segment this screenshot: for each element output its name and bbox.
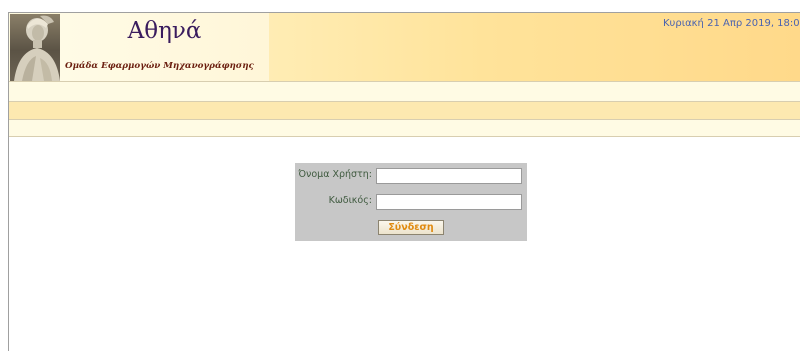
menu-band-middle bbox=[9, 101, 800, 119]
username-label: Όνομα Χρήστη: bbox=[298, 169, 372, 180]
password-input[interactable] bbox=[376, 194, 522, 210]
menu-band-top bbox=[9, 81, 800, 101]
app-subtitle: Ομάδα Εφαρμογών Μηχανογράφησης bbox=[65, 61, 254, 71]
date-time: Κυριακή 21 Απρ 2019, 18:0 bbox=[663, 18, 800, 29]
username-input[interactable] bbox=[376, 168, 522, 184]
password-label: Κωδικός: bbox=[328, 195, 372, 206]
login-button[interactable]: Σύνδεση bbox=[378, 220, 444, 235]
title-box: Αθηνά Ομάδα Εφαρμογών Μηχανογράφησης bbox=[60, 13, 269, 81]
login-form: Όνομα Χρήστη: Κωδικός: Σύνδεση bbox=[295, 163, 527, 241]
page-frame: Αθηνά Ομάδα Εφαρμογών Μηχανογράφησης Κυρ… bbox=[8, 12, 800, 351]
header: Αθηνά Ομάδα Εφαρμογών Μηχανογράφησης Κυρ… bbox=[9, 13, 800, 81]
athena-statue-icon bbox=[10, 14, 60, 81]
menu-band-bottom bbox=[9, 119, 800, 137]
app-title: Αθηνά bbox=[127, 18, 202, 44]
